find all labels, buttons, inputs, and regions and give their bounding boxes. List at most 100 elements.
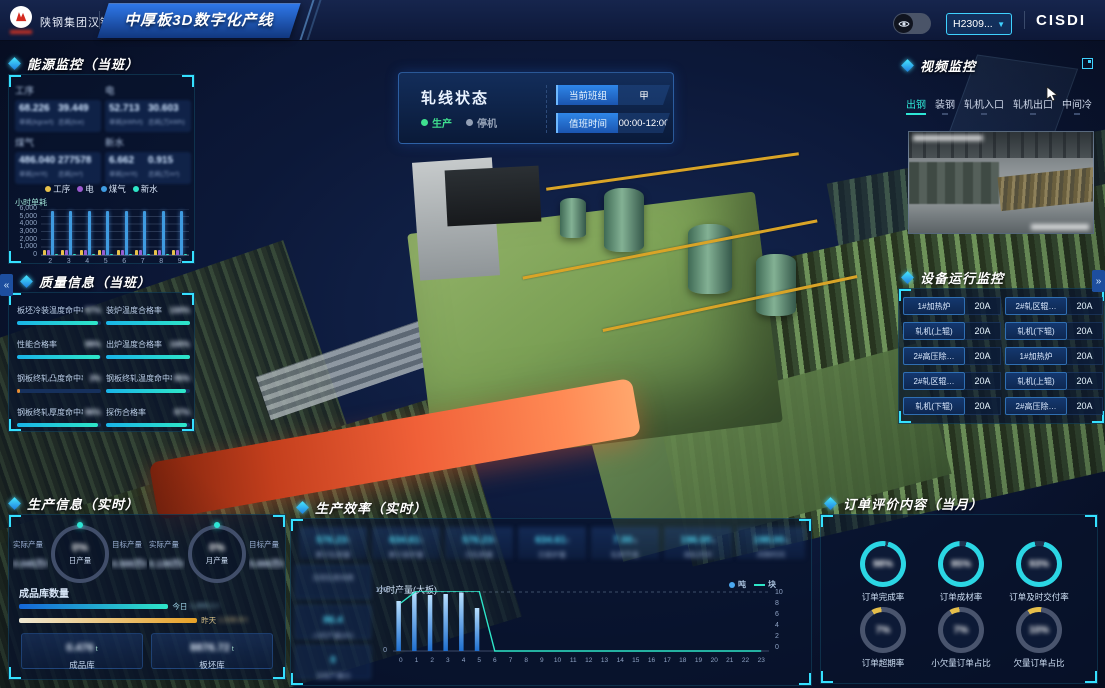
svg-text:2: 2 [430, 657, 434, 664]
cisdi-brand-logo: CISDI [1036, 12, 1086, 29]
progress-bar [106, 355, 190, 359]
legend-dot [45, 186, 51, 192]
line-status-panel: 轧线状态 生产 停机 当前班组 甲 值班时间 00:00-12:00 [398, 72, 674, 144]
energy-bar-chart [41, 209, 189, 256]
equipment-row: 轧机(下辊)20A [903, 397, 1001, 415]
monthly-output-gauge: 0%月产量 [188, 525, 246, 583]
tab-camera-0[interactable]: 出钢 [906, 96, 926, 115]
quality-item: 钢板终轧温度命中率95% [106, 373, 190, 393]
quality-item: 板坯冷装温度命中率97% [17, 305, 101, 325]
svg-text:16: 16 [648, 657, 656, 664]
orders-panel: 98% 订单完成率 95% 订单成材率 93% 订单及时交付率 7% 订单超期率… [820, 514, 1098, 684]
quality-item: 装炉温度合格率100% [106, 305, 190, 325]
bar-yesterday [19, 618, 197, 623]
energy-chart-yticks: 6,0005,0004,0003,0002,0001,0000 [9, 205, 37, 258]
efficiency-panel-title: 生产效率（实时） [298, 498, 427, 517]
svg-text:22: 22 [742, 657, 750, 664]
slab-store-card: 8876.72t 板坯库 [151, 633, 273, 669]
energy-panel: 工序 68.226单耗(kgce/t) 39.449总耗(tce) 电 52.7… [8, 74, 195, 264]
hourly-chart-legend: 吨 块 [729, 579, 776, 590]
daily-output-gauge-group: 实际产量0.045万t 0%日产量 目标产量0.500万t [13, 525, 147, 583]
equipment-row: 轧机(下辊)20A [1005, 322, 1103, 340]
legend-dot [729, 582, 735, 588]
svg-text:9: 9 [540, 657, 544, 664]
progress-bar [106, 321, 190, 325]
legend-item: 新水 [133, 183, 158, 195]
video-watermark [1031, 224, 1089, 230]
left-axis-max: 120 [367, 587, 387, 594]
legend-dot [77, 186, 83, 192]
svg-text:17: 17 [664, 657, 672, 664]
legend-dot [133, 186, 139, 192]
decor-slash [307, 0, 322, 40]
logo-caption [10, 30, 32, 34]
svg-text:10: 10 [554, 657, 562, 664]
quality-panel-title: 质量信息（当班） [22, 272, 151, 291]
equipment-row: 2#高压除…20A [903, 347, 1001, 365]
tab-camera-1[interactable]: 装钢 [935, 96, 955, 115]
scene-railing [546, 152, 799, 190]
legend-item-stopped: 停机 [466, 115, 497, 130]
efficiency-stat: 634.61t日装炉量 [518, 527, 586, 559]
device-select-value: H2309... [953, 18, 993, 30]
collapse-handle-right[interactable]: » [1092, 270, 1105, 292]
left-axis-min: 0 [367, 647, 387, 654]
svg-text:8: 8 [524, 657, 528, 664]
equipment-row: 2#高压除…20A [1005, 397, 1103, 415]
monthly-output-gauge-group: 实际产量0.139万t 0%月产量 目标产量5.000万t [149, 525, 285, 583]
legend-line [754, 584, 765, 586]
svg-text:11: 11 [570, 657, 577, 664]
orders-panel-title: 订单评价内容（当月） [826, 494, 983, 513]
collapse-handle-left[interactable]: « [0, 274, 13, 296]
hourly-output-chart: 01234567891011121314151617181920212223 [393, 591, 769, 670]
svg-text:23: 23 [758, 657, 766, 664]
legend-item: 工序 [45, 183, 70, 195]
efficiency-stat: 634.61t累计装炉量 [372, 527, 440, 559]
diamond-icon [8, 57, 21, 70]
efficiency-side-stat: 0当班产量(t) [295, 645, 371, 679]
scene-cylinder [604, 188, 644, 252]
visibility-toggle[interactable] [893, 13, 931, 34]
tab-camera-2[interactable]: 轧机入口 [964, 96, 1004, 115]
production-panel-title: 生产信息（实时） [10, 494, 139, 513]
efficiency-side-stat: 86.4小时产量(t/h) [295, 605, 371, 639]
svg-text:19: 19 [695, 657, 703, 664]
chevron-down-icon: ▼ [997, 20, 1005, 29]
device-select-dropdown[interactable]: H2309... ▼ [946, 13, 1012, 35]
line-status-title: 轧线状态 [421, 87, 489, 108]
legend-tons: 吨 [729, 579, 746, 590]
legend-item-production: 生产 [421, 115, 452, 130]
scene-cylinder [688, 224, 732, 294]
dashboard: 陕钢集团汉钢公司 中厚板3D数字化产线 H2309... ▼ CISDI 能源监… [0, 0, 1105, 688]
eye-icon [894, 14, 913, 33]
equipment-row: 轧机(上辊)20A [903, 322, 1001, 340]
panel-expand-icon[interactable] [1082, 58, 1093, 69]
daily-output-gauge: 0%日产量 [51, 525, 109, 583]
top-bar: 陕钢集团汉钢公司 中厚板3D数字化产线 H2309... ▼ CISDI [0, 0, 1105, 41]
page-title: 中厚板3D数字化产线 [103, 4, 295, 38]
svg-text:1: 1 [415, 657, 419, 664]
mountain-logo-icon [12, 8, 30, 26]
energy-group: 新水 6.662单耗(m³/t) 0.915总耗(万m³) [105, 135, 191, 184]
energy-group: 工序 68.226单耗(kgce/t) 39.449总耗(tce) [15, 83, 101, 132]
quality-item: 出炉温度合格率100% [106, 339, 190, 359]
dashed-divider [546, 85, 547, 133]
svg-text:13: 13 [601, 657, 609, 664]
efficiency-stat: 196.00s纯轧时间 [664, 527, 732, 559]
tab-camera-4[interactable]: 中间冷 [1062, 96, 1092, 115]
equipment-row: 轧机(上辊)20A [1005, 372, 1103, 390]
diamond-icon [20, 275, 33, 288]
diamond-icon [901, 59, 914, 72]
header-divider [1024, 11, 1025, 29]
video-machinery [909, 162, 999, 204]
svg-text:0: 0 [399, 657, 403, 664]
video-panel-title: 视频监控 [903, 56, 976, 75]
equipment-panel-title: 设备运行监控 [903, 268, 1004, 287]
energy-group: 电 52.713单耗(kWh/t) 30.603总耗(万kWh) [105, 83, 191, 132]
video-feed[interactable] [908, 131, 1094, 234]
energy-chart-legend: 工序 电 煤气 新水 [9, 183, 194, 195]
legend-item: 煤气 [101, 183, 126, 195]
svg-text:4: 4 [462, 657, 466, 664]
quality-item: 钢板终轧厚度命中率96% [17, 407, 101, 427]
mouse-cursor [1046, 86, 1058, 102]
